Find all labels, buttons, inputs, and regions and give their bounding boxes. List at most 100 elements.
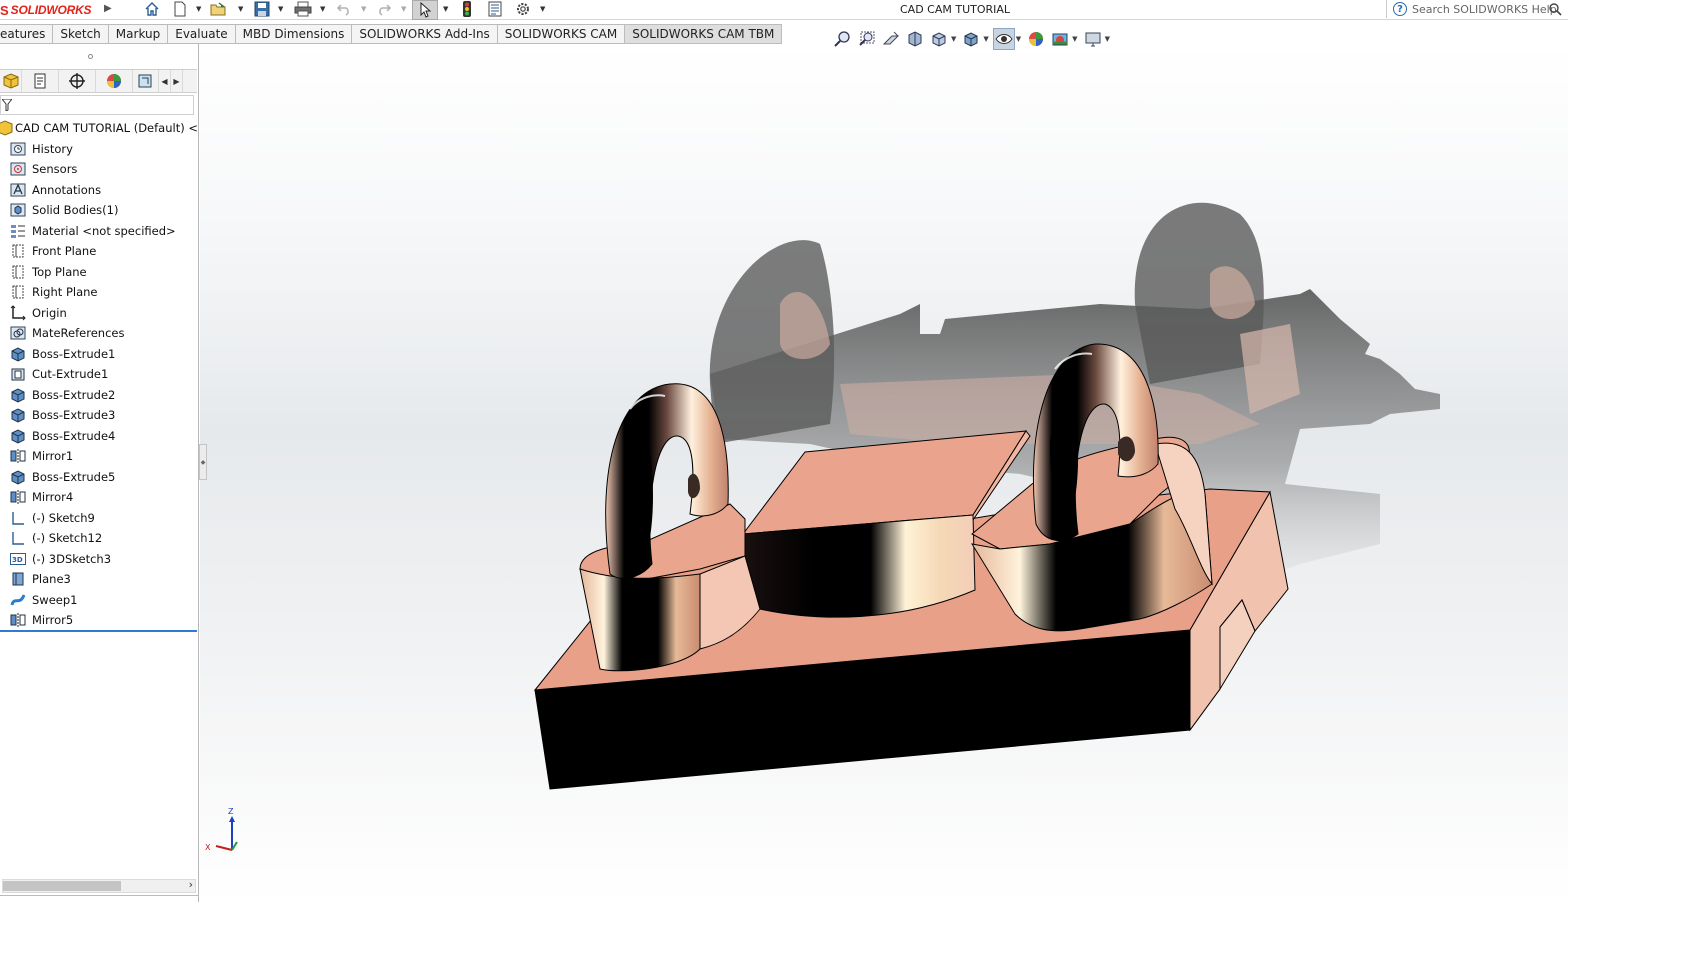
menu-expand-arrow-icon[interactable]: ▶ xyxy=(104,3,112,14)
zoom-to-fit-icon[interactable] xyxy=(832,28,854,50)
tabs-scroll-right-icon[interactable]: ▶ xyxy=(171,70,183,92)
tree-item[interactable]: 3D (-) 3DSketch3 xyxy=(0,549,199,570)
new-document-icon[interactable] xyxy=(170,0,190,18)
section-view-icon[interactable] xyxy=(904,28,926,50)
panel-horizontal-scrollbar[interactable]: › xyxy=(2,878,196,893)
tree-item[interactable]: (-) Sketch9 xyxy=(0,508,199,529)
panel-grip-handle[interactable] xyxy=(88,54,93,59)
tree-item[interactable]: Sweep1 xyxy=(0,590,199,611)
open-folder-icon[interactable] xyxy=(208,0,230,18)
tree-item[interactable]: Boss-Extrude5 xyxy=(0,467,199,488)
feature-manager-tab-icon[interactable] xyxy=(0,70,22,92)
tree-item[interactable]: Material <not specified> xyxy=(0,221,199,242)
search-icon[interactable] xyxy=(1549,3,1562,19)
select-dropdown-caret-icon[interactable]: ▼ xyxy=(443,5,448,13)
tree-item[interactable]: Plane3 xyxy=(0,569,199,590)
filter-funnel-icon xyxy=(0,98,14,114)
tree-item[interactable]: Front Plane xyxy=(0,241,199,262)
tree-item[interactable]: Cut-Extrude1 xyxy=(0,364,199,385)
tree-item[interactable]: (-) Sketch12 xyxy=(0,528,199,549)
feature-manager-panel: ◀ ▶ CAD CAM TUTORIAL (Default) <<Defa His… xyxy=(0,44,199,902)
options-gear-icon[interactable] xyxy=(512,0,534,18)
tree-item[interactable]: Sensors xyxy=(0,159,199,180)
previous-view-icon[interactable] xyxy=(880,28,902,50)
file-properties-icon[interactable] xyxy=(485,0,505,18)
home-icon[interactable] xyxy=(142,0,162,18)
command-manager-tabs: eatures Sketch Markup Evaluate MBD Dimen… xyxy=(0,24,783,44)
tree-item[interactable]: Mirror5 xyxy=(0,610,199,631)
tab-features[interactable]: eatures xyxy=(0,24,54,44)
scrollbar-thumb[interactable] xyxy=(3,881,121,891)
save-dropdown-caret-icon[interactable]: ▼ xyxy=(278,5,283,13)
tree-item[interactable]: Mirror1 xyxy=(0,446,199,467)
hide-show-items-icon[interactable] xyxy=(992,28,1015,50)
undo-dropdown-caret-icon[interactable]: ▼ xyxy=(361,5,366,13)
tab-solidworks-cam-tbm[interactable]: SOLIDWORKS CAM TBM xyxy=(625,24,783,44)
undo-icon[interactable] xyxy=(334,0,354,18)
graphics-area[interactable]: Z X xyxy=(200,44,1568,902)
zoom-to-area-icon[interactable] xyxy=(856,28,878,50)
left-boss-side xyxy=(579,568,701,672)
tree-item[interactable]: Boss-Extrude1 xyxy=(0,344,199,365)
annotations-icon xyxy=(9,181,27,199)
rebuild-traffic-light-icon[interactable] xyxy=(458,0,476,18)
configuration-manager-tab-icon[interactable] xyxy=(59,70,96,92)
help-question-icon[interactable]: ? xyxy=(1393,2,1407,16)
tab-markup[interactable]: Markup xyxy=(108,24,169,44)
apply-scene-caret-icon[interactable]: ▼ xyxy=(1072,35,1077,43)
print-dropdown-caret-icon[interactable]: ▼ xyxy=(320,5,325,13)
tab-mbd-dimensions[interactable]: MBD Dimensions xyxy=(235,24,353,44)
part-model-render[interactable] xyxy=(200,44,1568,902)
edit-appearance-icon[interactable] xyxy=(1025,28,1047,50)
view-settings-icon[interactable] xyxy=(1082,28,1104,50)
tree-item-label: Mirror4 xyxy=(32,490,74,505)
open-dropdown-caret-icon[interactable]: ▼ xyxy=(238,5,243,13)
property-manager-tab-icon[interactable] xyxy=(22,70,59,92)
rollback-bar[interactable] xyxy=(0,630,197,632)
display-style-icon[interactable] xyxy=(960,28,982,50)
sketch-icon xyxy=(9,529,27,547)
tree-item[interactable]: Annotations xyxy=(0,180,199,201)
sweep-icon xyxy=(9,591,27,609)
tab-solidworks-add-ins[interactable]: SOLIDWORKS Add-Ins xyxy=(352,24,498,44)
tree-item[interactable]: Boss-Extrude2 xyxy=(0,385,199,406)
display-manager-tab-icon[interactable] xyxy=(96,70,133,92)
options-dropdown-caret-icon[interactable]: ▼ xyxy=(540,5,545,13)
tree-item[interactable]: Solid Bodies(1) xyxy=(0,200,199,221)
view-orientation-caret-icon[interactable]: ▼ xyxy=(951,35,956,43)
tree-item[interactable]: Boss-Extrude3 xyxy=(0,405,199,426)
panel-collapse-handle[interactable]: ◆ xyxy=(199,444,207,480)
scroll-right-arrow-icon[interactable]: › xyxy=(189,878,193,891)
tree-item[interactable]: MateReferences xyxy=(0,323,199,344)
view-settings-caret-icon[interactable]: ▼ xyxy=(1105,35,1110,43)
tree-item[interactable]: Top Plane xyxy=(0,262,199,283)
tree-item[interactable]: Origin xyxy=(0,303,199,324)
redo-icon[interactable] xyxy=(374,0,394,18)
cam-tree-tab-icon[interactable] xyxy=(133,70,159,92)
tab-solidworks-cam[interactable]: SOLIDWORKS CAM xyxy=(497,24,626,44)
tree-item[interactable]: Boss-Extrude4 xyxy=(0,426,199,447)
hide-show-caret-icon[interactable]: ▼ xyxy=(1016,35,1021,43)
print-icon[interactable] xyxy=(292,0,314,18)
save-icon[interactable] xyxy=(252,0,272,18)
tree-root-part[interactable]: CAD CAM TUTORIAL (Default) <<Defa xyxy=(0,118,199,139)
triad-x-label: X xyxy=(205,843,211,852)
tree-item[interactable]: Right Plane xyxy=(0,282,199,303)
tree-item-label: CAD CAM TUTORIAL (Default) <<Defa xyxy=(15,121,199,136)
help-search-box[interactable]: ? Search SOLIDWORKS Help xyxy=(1386,0,1568,18)
display-style-caret-icon[interactable]: ▼ xyxy=(983,35,988,43)
apply-scene-icon[interactable] xyxy=(1049,28,1071,50)
tab-sketch[interactable]: Sketch xyxy=(53,24,109,44)
tabs-scroll-left-icon[interactable]: ◀ xyxy=(159,70,171,92)
new-dropdown-caret-icon[interactable]: ▼ xyxy=(196,5,201,13)
tree-item[interactable]: History xyxy=(0,139,199,160)
tree-item-label: (-) Sketch9 xyxy=(32,510,95,525)
tree-item[interactable]: Mirror4 xyxy=(0,487,199,508)
tab-evaluate[interactable]: Evaluate xyxy=(168,24,236,44)
solidworks-logo[interactable]: S SOLIDWORKS xyxy=(0,1,92,19)
tree-item-label: Boss-Extrude4 xyxy=(32,428,116,443)
view-orientation-icon[interactable] xyxy=(928,28,950,50)
redo-dropdown-caret-icon[interactable]: ▼ xyxy=(401,5,406,13)
select-arrow-icon[interactable] xyxy=(412,0,438,20)
tree-filter-field[interactable] xyxy=(0,95,194,115)
